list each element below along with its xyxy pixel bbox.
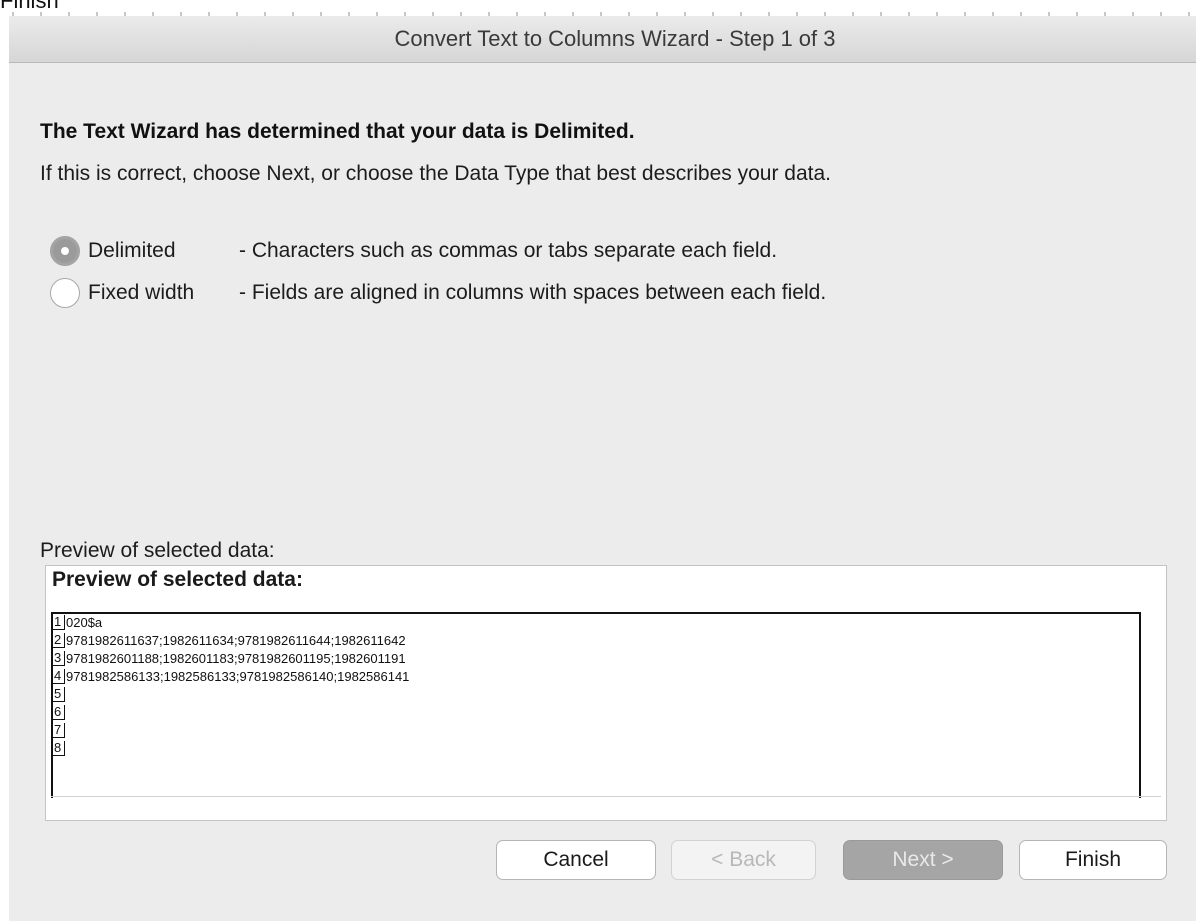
back-button[interactable]: < Back (671, 840, 816, 880)
line-number: 6 (53, 705, 65, 720)
next-button[interactable]: Next > (843, 840, 1003, 880)
preview-panel-title: Preview of selected data: (52, 568, 303, 591)
option-delimited[interactable]: Delimited - Characters such as commas or… (50, 236, 777, 266)
line-number: 8 (53, 741, 65, 756)
line-text: 020$a (66, 615, 103, 630)
radio-selected-dot (61, 247, 69, 255)
fixed-width-label[interactable]: Fixed width (88, 281, 235, 305)
text-to-columns-dialog: Convert Text to Columns Wizard - Step 1 … (9, 16, 1196, 921)
preview-line: 8 (53, 740, 66, 756)
line-text: 9781982601188;1982601183;9781982601195;1… (66, 651, 406, 666)
line-number: 2 (53, 633, 65, 648)
line-text: 9781982611637;1982611634;9781982611644;1… (66, 633, 406, 648)
option-fixed-width[interactable]: Fixed width - Fields are aligned in colu… (50, 278, 826, 308)
preview-line: 1 020$a (53, 614, 102, 630)
delimited-label[interactable]: Delimited (88, 239, 235, 263)
dialog-title: Convert Text to Columns Wizard - Step 1 … (394, 26, 836, 51)
preview-line: 7 (53, 722, 66, 738)
fixed-width-description: - Fields are aligned in columns with spa… (239, 281, 827, 304)
line-text: 9781982586133;1982586133;9781982586140;1… (66, 669, 410, 684)
preview-line: 4 9781982586133;1982586133;9781982586140… (53, 668, 409, 684)
delimited-radio[interactable] (50, 236, 80, 266)
preview-line: 6 (53, 704, 66, 720)
delimited-description: - Characters such as commas or tabs sepa… (239, 239, 778, 262)
dialog-titlebar[interactable]: Convert Text to Columns Wizard - Step 1 … (9, 16, 1196, 63)
preview-divider (51, 796, 1161, 797)
preview-line: 5 (53, 686, 66, 702)
line-number: 4 (53, 669, 65, 684)
preview-panel[interactable]: Preview of selected data: 1 020$a 2 9781… (45, 565, 1167, 821)
preview-label: Preview of selected data: (40, 539, 275, 562)
preview-line: 3 9781982601188;1982601183;9781982601195… (53, 650, 406, 666)
cancel-button[interactable]: Cancel (496, 840, 656, 880)
preview-line: 2 9781982611637;1982611634;9781982611644… (53, 632, 406, 648)
wizard-instructions: If this is correct, choose Next, or choo… (40, 162, 832, 185)
wizard-heading: The Text Wizard has determined that your… (40, 120, 635, 143)
fixed-width-radio[interactable] (50, 278, 80, 308)
line-number: 7 (53, 723, 65, 738)
line-number: 1 (53, 615, 65, 630)
preview-data-box[interactable]: 1 020$a 2 9781982611637;1982611634;97819… (51, 612, 1141, 798)
line-number: 3 (53, 651, 65, 666)
finish-button[interactable]: Finish (1019, 840, 1167, 880)
background-fragment: Finish (0, 0, 1196, 16)
line-number: 5 (53, 687, 65, 702)
background-finish-text: Finish (0, 0, 59, 13)
